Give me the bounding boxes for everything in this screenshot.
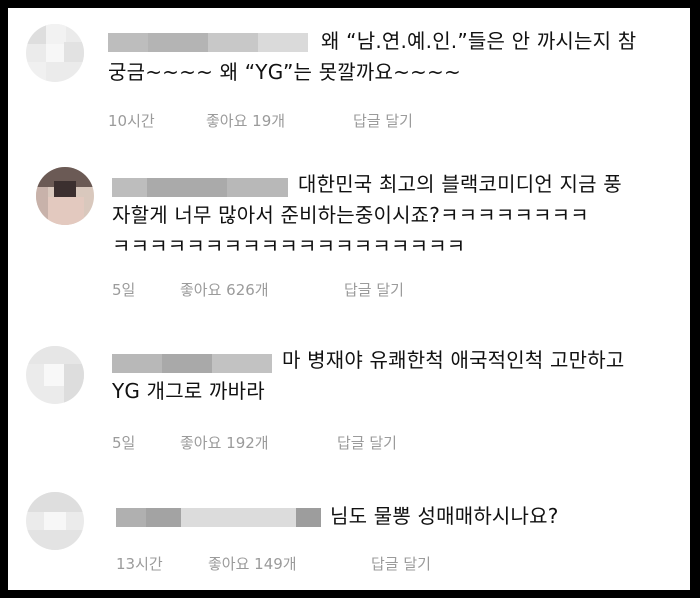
reply-button[interactable]: 답글 달기 bbox=[337, 432, 397, 453]
comment-text: YG 개그로 까바라 bbox=[112, 379, 265, 403]
like-count[interactable]: 좋아요 149개 bbox=[208, 553, 297, 574]
timestamp[interactable]: 5일 bbox=[112, 432, 135, 453]
comment-text: 대한민국 최고의 블랙코미디언 지금 풍 bbox=[298, 172, 622, 196]
reply-button[interactable]: 답글 달기 bbox=[344, 279, 404, 300]
avatar[interactable] bbox=[26, 24, 84, 82]
reply-button[interactable]: 답글 달기 bbox=[371, 553, 431, 574]
comment-text: 궁금~~~~ 왜 “YG”는 못깔까요~~~~ bbox=[108, 60, 461, 84]
reply-button[interactable]: 답글 달기 bbox=[353, 110, 413, 131]
username-blurred[interactable] bbox=[112, 354, 272, 373]
username-blurred[interactable] bbox=[116, 508, 321, 527]
comment-text: 자할게 너무 많아서 준비하는중이시죠?ㅋㅋㅋㅋㅋㅋㅋㅋ bbox=[112, 203, 589, 227]
username-blurred[interactable] bbox=[108, 33, 308, 52]
username-blurred[interactable] bbox=[112, 178, 288, 197]
timestamp[interactable]: 5일 bbox=[112, 279, 135, 300]
avatar[interactable] bbox=[36, 167, 94, 225]
timestamp[interactable]: 13시간 bbox=[116, 553, 163, 574]
comment-text: 마 병재야 유쾌한척 애국적인척 고만하고 bbox=[282, 348, 625, 372]
like-count[interactable]: 좋아요 19개 bbox=[206, 110, 285, 131]
comment-text: 왜 “남.연.예.인.”들은 안 까시는지 참 bbox=[321, 29, 637, 53]
avatar[interactable] bbox=[26, 346, 84, 404]
avatar[interactable] bbox=[26, 492, 84, 550]
like-count[interactable]: 좋아요 626개 bbox=[180, 279, 269, 300]
comment-list: 왜 “남.연.예.인.”들은 안 까시는지 참 궁금~~~~ 왜 “YG”는 못… bbox=[6, 6, 692, 592]
comment-text: ㅋㅋㅋㅋㅋㅋㅋㅋㅋㅋㅋㅋㅋㅋㅋㅋㅋㅋㅋ bbox=[112, 234, 466, 258]
like-count[interactable]: 좋아요 192개 bbox=[180, 432, 269, 453]
comment-text: 님도 물뽕 성매매하시나요? bbox=[330, 504, 559, 528]
timestamp[interactable]: 10시간 bbox=[108, 110, 155, 131]
